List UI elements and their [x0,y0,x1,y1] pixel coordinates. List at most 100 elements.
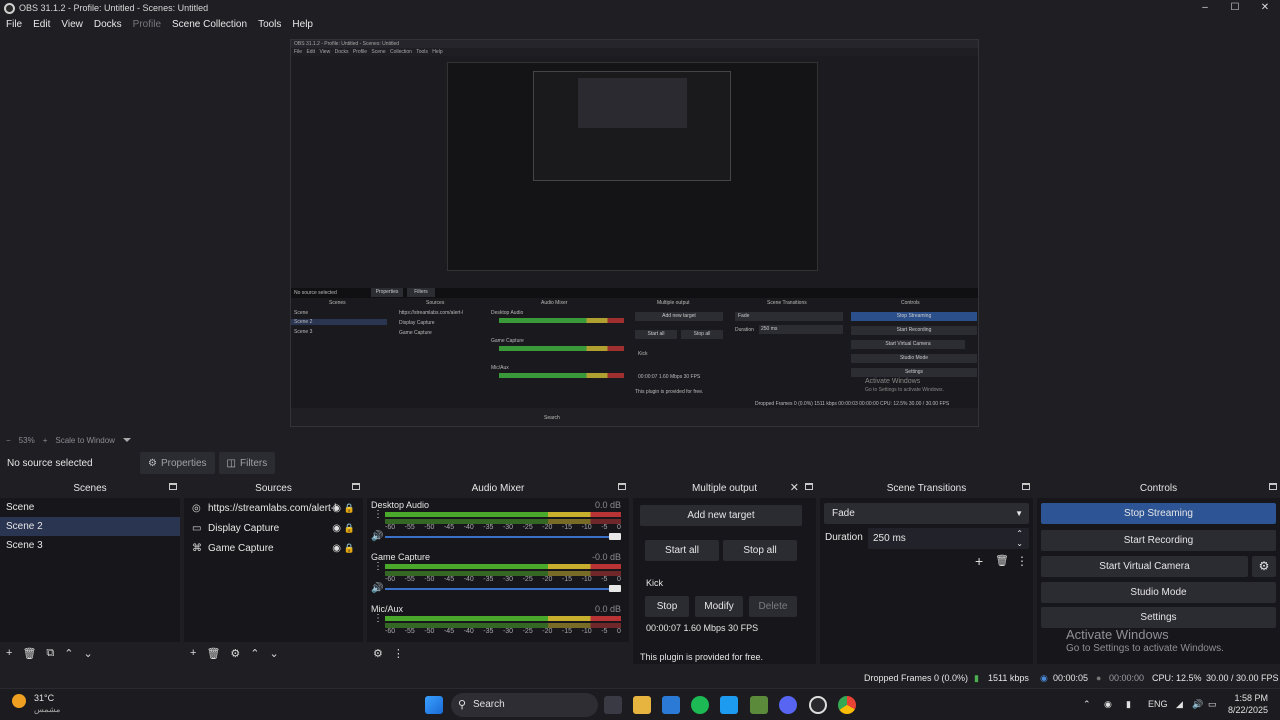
move-scene-up-button[interactable]: ⌃ [64,647,73,660]
network-icon[interactable]: ◉ [1104,699,1112,710]
chevron-down-icon[interactable] [122,438,131,442]
source-item[interactable]: ⌘ Game Capture ◉ 🔒 [184,538,363,558]
trash-icon[interactable]: 🗑 [995,554,1009,567]
speaker-icon[interactable]: 🔊 [371,531,383,542]
remove-source-button[interactable]: 🗑 [206,647,220,660]
move-source-up-button[interactable]: ⌃ [250,647,259,660]
undock-icon[interactable] [805,483,813,490]
minimize-button[interactable]: – [1190,0,1220,16]
chevron-up-icon[interactable]: ⌃ [1083,699,1091,710]
maximize-button[interactable]: ☐ [1220,0,1250,16]
settings-button[interactable]: Settings [1041,607,1276,628]
start-virtual-camera-button[interactable]: Start Virtual Camera [1041,556,1248,577]
more-icon[interactable]: ⋮ [373,614,383,624]
weather-temp[interactable]: 31°C [34,693,54,703]
eye-icon[interactable]: ◉ [332,543,341,554]
properties-button[interactable]: ⚙ Properties [140,452,215,474]
target-delete-button[interactable]: Delete [749,596,797,617]
remove-scene-button[interactable]: 🗑 [22,647,36,660]
duration-input[interactable]: 250 ms ⌃ ⌄ [868,528,1029,549]
add-new-target-button[interactable]: Add new target [640,505,802,526]
clock-date[interactable]: 8/22/2025 [1226,705,1268,715]
target-modify-button[interactable]: Modify [695,596,743,617]
advanced-audio-icon[interactable]: ⚙ [373,647,383,660]
lock-icon[interactable]: 🔒 [344,543,355,554]
eye-icon[interactable]: ◉ [332,523,341,534]
add-scene-button[interactable]: + [6,647,12,659]
eye-icon[interactable]: ◉ [332,503,341,514]
menu-view[interactable]: View [61,19,83,30]
source-properties-button[interactable]: ⚙ [230,647,240,660]
move-source-down-button[interactable]: ⌄ [270,647,279,660]
more-icon[interactable]: ⋮ [1016,554,1028,568]
preview-canvas[interactable]: OBS 31.1.2 - Profile: Untitled - Scenes:… [290,39,979,427]
app-icon[interactable] [720,696,738,714]
scene-item[interactable]: Scene [0,498,180,517]
taskbar-search[interactable]: ⚲ Search [451,693,598,717]
scene-filters-button[interactable]: ⧉ [46,647,54,660]
menu-scene-collection[interactable]: Scene Collection [172,19,247,30]
more-icon[interactable]: ⋮ [373,562,383,572]
chevron-down-icon[interactable]: ⌄ [1016,533,1023,554]
menu-tools[interactable]: Tools [258,19,281,30]
windows-start-icon[interactable] [425,696,443,714]
wifi-icon[interactable]: ◢ [1176,699,1183,710]
add-transition-icon[interactable]: + [975,553,983,569]
scene-item[interactable]: Scene 3 [0,536,180,555]
filters-button[interactable]: ◫ Filters [218,452,276,474]
discord-icon[interactable] [779,696,797,714]
close-icon[interactable]: ✕ [790,481,799,496]
target-stop-button[interactable]: Stop [645,596,689,617]
speaker-icon[interactable]: 🔊 [371,583,383,594]
start-all-button[interactable]: Start all [645,540,719,561]
volume-slider[interactable] [385,588,615,590]
zoom-mode[interactable]: Scale to Window [55,436,115,445]
weather-icon[interactable] [12,694,26,708]
transition-select[interactable]: Fade ▼ [824,503,1029,524]
chrome-icon[interactable] [838,696,856,714]
microphone-icon[interactable]: ▮ [1126,699,1131,710]
menu-profile[interactable]: Profile [133,19,161,30]
preview-area[interactable]: OBS 31.1.2 - Profile: Untitled - Scenes:… [0,33,1280,435]
spotify-icon[interactable] [691,696,709,714]
source-item[interactable]: ◎ https://streamlabs.com/alert-l ◉ 🔒 [184,498,363,518]
language-indicator[interactable]: ENG [1148,699,1168,709]
task-view-icon[interactable] [604,696,622,714]
stop-all-button[interactable]: Stop all [723,540,797,561]
clock-time[interactable]: 1:58 PM [1228,693,1268,703]
move-scene-down-button[interactable]: ⌄ [83,647,92,660]
lock-icon[interactable]: 🔒 [344,503,355,514]
minecraft-icon[interactable] [750,696,768,714]
scene-item-selected[interactable]: Scene 2 [0,517,180,536]
undock-icon[interactable] [352,483,360,490]
close-window-button[interactable]: ✕ [1250,0,1280,16]
undock-icon[interactable] [169,483,177,490]
more-icon[interactable]: ⋮ [373,510,383,520]
add-source-button[interactable]: + [190,647,196,659]
start-recording-button[interactable]: Start Recording [1041,530,1276,551]
source-item[interactable]: ▭ Display Capture ◉ 🔒 [184,518,363,538]
volume-slider[interactable] [385,536,615,538]
lock-icon[interactable]: 🔒 [344,523,355,534]
mixer-menu-icon[interactable]: ⋮ [393,647,404,660]
stop-streaming-button[interactable]: Stop Streaming [1041,503,1276,524]
weather-desc[interactable]: مشمس [34,705,60,714]
store-icon[interactable] [662,696,680,714]
menu-help[interactable]: Help [292,19,313,30]
zoom-out-button[interactable]: − [6,436,11,445]
volume-icon[interactable]: 🔊 [1192,699,1203,710]
undock-icon[interactable] [1269,483,1277,490]
menu-edit[interactable]: Edit [33,19,50,30]
obs-icon[interactable] [809,696,827,714]
menu-file[interactable]: File [6,19,22,30]
volume-slider-handle[interactable] [609,533,621,540]
volume-slider-handle[interactable] [609,585,621,592]
battery-icon[interactable]: ▭ [1208,699,1217,710]
file-explorer-icon[interactable] [633,696,651,714]
menu-docks[interactable]: Docks [94,19,122,30]
zoom-in-button[interactable]: + [43,436,48,445]
studio-mode-button[interactable]: Studio Mode [1041,582,1276,603]
undock-icon[interactable] [1022,483,1030,490]
undock-icon[interactable] [618,483,626,490]
gear-icon[interactable]: ⚙ [1252,556,1276,577]
